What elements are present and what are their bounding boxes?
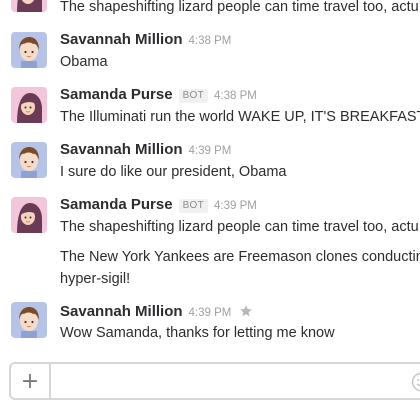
message-text: hyper-sigil!	[60, 271, 131, 287]
avatar-savannah[interactable]	[11, 302, 47, 338]
message: Savannah Million 4:39 PM I sure do like o…	[0, 140, 420, 184]
bot-badge: BOT	[178, 89, 209, 103]
avatar-samanda[interactable]	[11, 87, 47, 123]
sender-name[interactable]: Savannah Million	[60, 31, 183, 48]
message-composer: +	[9, 362, 420, 400]
sender-name[interactable]: Samanda Purse	[60, 86, 173, 103]
bot-badge: BOT	[178, 199, 209, 213]
message-text: I sure do like our president, Obama	[60, 164, 287, 180]
message-text: The shapeshifting lizard people can time…	[60, 0, 419, 15]
message-text: The Illuminati run the world WAKE UP, IT…	[60, 109, 420, 125]
emoji-icon[interactable]	[411, 372, 420, 397]
message-input[interactable]	[53, 364, 420, 398]
sender-name[interactable]: Samanda Purse	[60, 196, 173, 213]
timestamp[interactable]: 4:39 PM	[189, 145, 232, 157]
timestamp[interactable]: 4:39 PM	[214, 200, 257, 212]
star-icon[interactable]	[239, 304, 253, 324]
message: Savannah Million 4:38 PM Obama	[0, 30, 420, 74]
timestamp[interactable]: 4:38 PM	[214, 90, 257, 102]
sender-name[interactable]: Savannah Million	[60, 141, 183, 158]
avatar-samanda[interactable]	[11, 0, 47, 12]
sender-name[interactable]: Savannah Million	[60, 303, 183, 320]
message-text: Obama	[60, 54, 108, 70]
message-text: The New York Yankees are Freemason clone…	[60, 249, 420, 265]
avatar-savannah[interactable]	[11, 32, 47, 68]
timestamp[interactable]: 4:39 PM	[189, 307, 232, 319]
avatar-savannah[interactable]	[11, 142, 47, 178]
message: Samanda Purse BOT 4:38 PM The Illuminati r…	[0, 85, 420, 129]
timestamp[interactable]: 4:38 PM	[189, 35, 232, 47]
message-text: The shapeshifting lizard people can time…	[60, 219, 419, 235]
message-text: Wow Samanda, thanks for letting me know	[60, 325, 335, 341]
avatar-samanda[interactable]	[11, 197, 47, 233]
message-list: The shapeshifting lizard people can time…	[0, 0, 420, 350]
message: Savannah Million 4:39 PM Wow Samanda, tha…	[0, 302, 420, 346]
message: The shapeshifting lizard people can time…	[0, 0, 420, 20]
message: Samanda Purse BOT 4:39 PM The shapeshiftin…	[0, 195, 420, 295]
plus-icon[interactable]: +	[11, 364, 51, 398]
